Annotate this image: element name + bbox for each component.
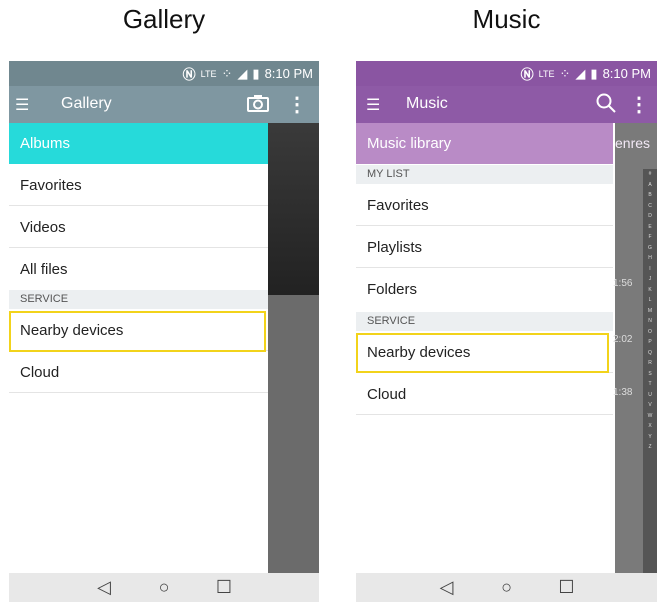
- drawer-item-cloud[interactable]: Cloud: [356, 374, 613, 415]
- track-duration: 1:56: [613, 278, 633, 289]
- home-icon[interactable]: ○: [154, 577, 174, 598]
- toolbar: ☰ Gallery ⋮: [9, 86, 319, 123]
- photo-thumbnail: [268, 123, 319, 295]
- home-icon[interactable]: ○: [497, 577, 517, 598]
- lte-indicator: LTE: [200, 68, 217, 79]
- section-header-my-list: MY LIST: [356, 165, 613, 184]
- toolbar-title: Gallery: [61, 95, 112, 112]
- recents-icon[interactable]: ☐: [557, 577, 577, 598]
- drawer-item-folders[interactable]: Folders: [356, 269, 613, 310]
- wifi-icon: ⁘: [559, 65, 571, 81]
- overflow-menu-icon[interactable]: ⋮: [629, 92, 649, 117]
- signal-icon: ◢: [575, 65, 586, 81]
- wifi-icon: ⁘: [221, 65, 233, 81]
- signal-icon: ◢: [237, 65, 248, 81]
- clock: 8:10 PM: [264, 66, 313, 81]
- battery-icon: ▮: [252, 65, 260, 81]
- back-icon[interactable]: ◁: [437, 577, 457, 598]
- navigation-bar: ◁ ○ ☐: [356, 573, 657, 602]
- lte-indicator: LTE: [538, 68, 555, 79]
- navigation-bar: ◁ ○ ☐: [9, 573, 319, 602]
- toolbar-title: Music: [406, 95, 448, 112]
- nfc-icon: Ⓝ: [182, 67, 196, 82]
- drawer-item-cloud[interactable]: Cloud: [9, 352, 268, 393]
- drawer-item-videos[interactable]: Videos: [9, 207, 268, 248]
- clock: 8:10 PM: [602, 66, 651, 81]
- camera-icon[interactable]: [247, 94, 269, 117]
- music-caption: Music: [472, 4, 541, 34]
- track-duration: 2:02: [613, 334, 633, 345]
- hamburger-icon[interactable]: ☰: [366, 95, 380, 115]
- battery-icon: ▮: [590, 65, 598, 81]
- content-overlay: [268, 123, 319, 573]
- drawer-item-favorites[interactable]: Favorites: [9, 165, 268, 206]
- drawer-item-music-library[interactable]: Music library: [356, 123, 613, 164]
- navigation-drawer: Music library MY LIST Favorites Playlist…: [356, 123, 613, 573]
- section-header-service: SERVICE: [356, 312, 613, 331]
- navigation-drawer: Albums Favorites Videos All files SERVIC…: [9, 123, 268, 573]
- search-icon[interactable]: [595, 92, 617, 119]
- gallery-caption: Gallery: [122, 4, 206, 34]
- highlight-box: [356, 333, 609, 373]
- section-header-service: SERVICE: [9, 290, 268, 309]
- drawer-item-albums[interactable]: Albums: [9, 123, 268, 164]
- back-icon[interactable]: ◁: [94, 577, 114, 598]
- toolbar: ☰ Music ⋮: [356, 86, 657, 123]
- alphabet-scrollbar[interactable]: # A B C D E F G H I J K L M N O P Q R S …: [643, 169, 657, 573]
- status-bar: Ⓝ LTE ⁘ ◢ ▮ 8:10 PM: [356, 61, 657, 86]
- drawer-item-playlists[interactable]: Playlists: [356, 227, 613, 268]
- drawer-item-all-files[interactable]: All files: [9, 249, 268, 290]
- gallery-screen: Ⓝ LTE ⁘ ◢ ▮ 8:10 PM ☰ Gallery ⋮ Albums F…: [9, 61, 319, 602]
- status-bar: Ⓝ LTE ⁘ ◢ ▮ 8:10 PM: [9, 61, 319, 86]
- tab-genres-peek: enres: [615, 135, 651, 151]
- music-screen: Ⓝ LTE ⁘ ◢ ▮ 8:10 PM ☰ Music ⋮ enres 1:56…: [356, 61, 657, 602]
- overflow-menu-icon[interactable]: ⋮: [287, 92, 307, 117]
- recents-icon[interactable]: ☐: [214, 577, 234, 598]
- highlight-box: [9, 311, 266, 352]
- drawer-item-favorites[interactable]: Favorites: [356, 185, 613, 226]
- track-duration: 1:38: [613, 387, 633, 398]
- nfc-icon: Ⓝ: [520, 67, 534, 82]
- hamburger-icon[interactable]: ☰: [15, 95, 29, 115]
